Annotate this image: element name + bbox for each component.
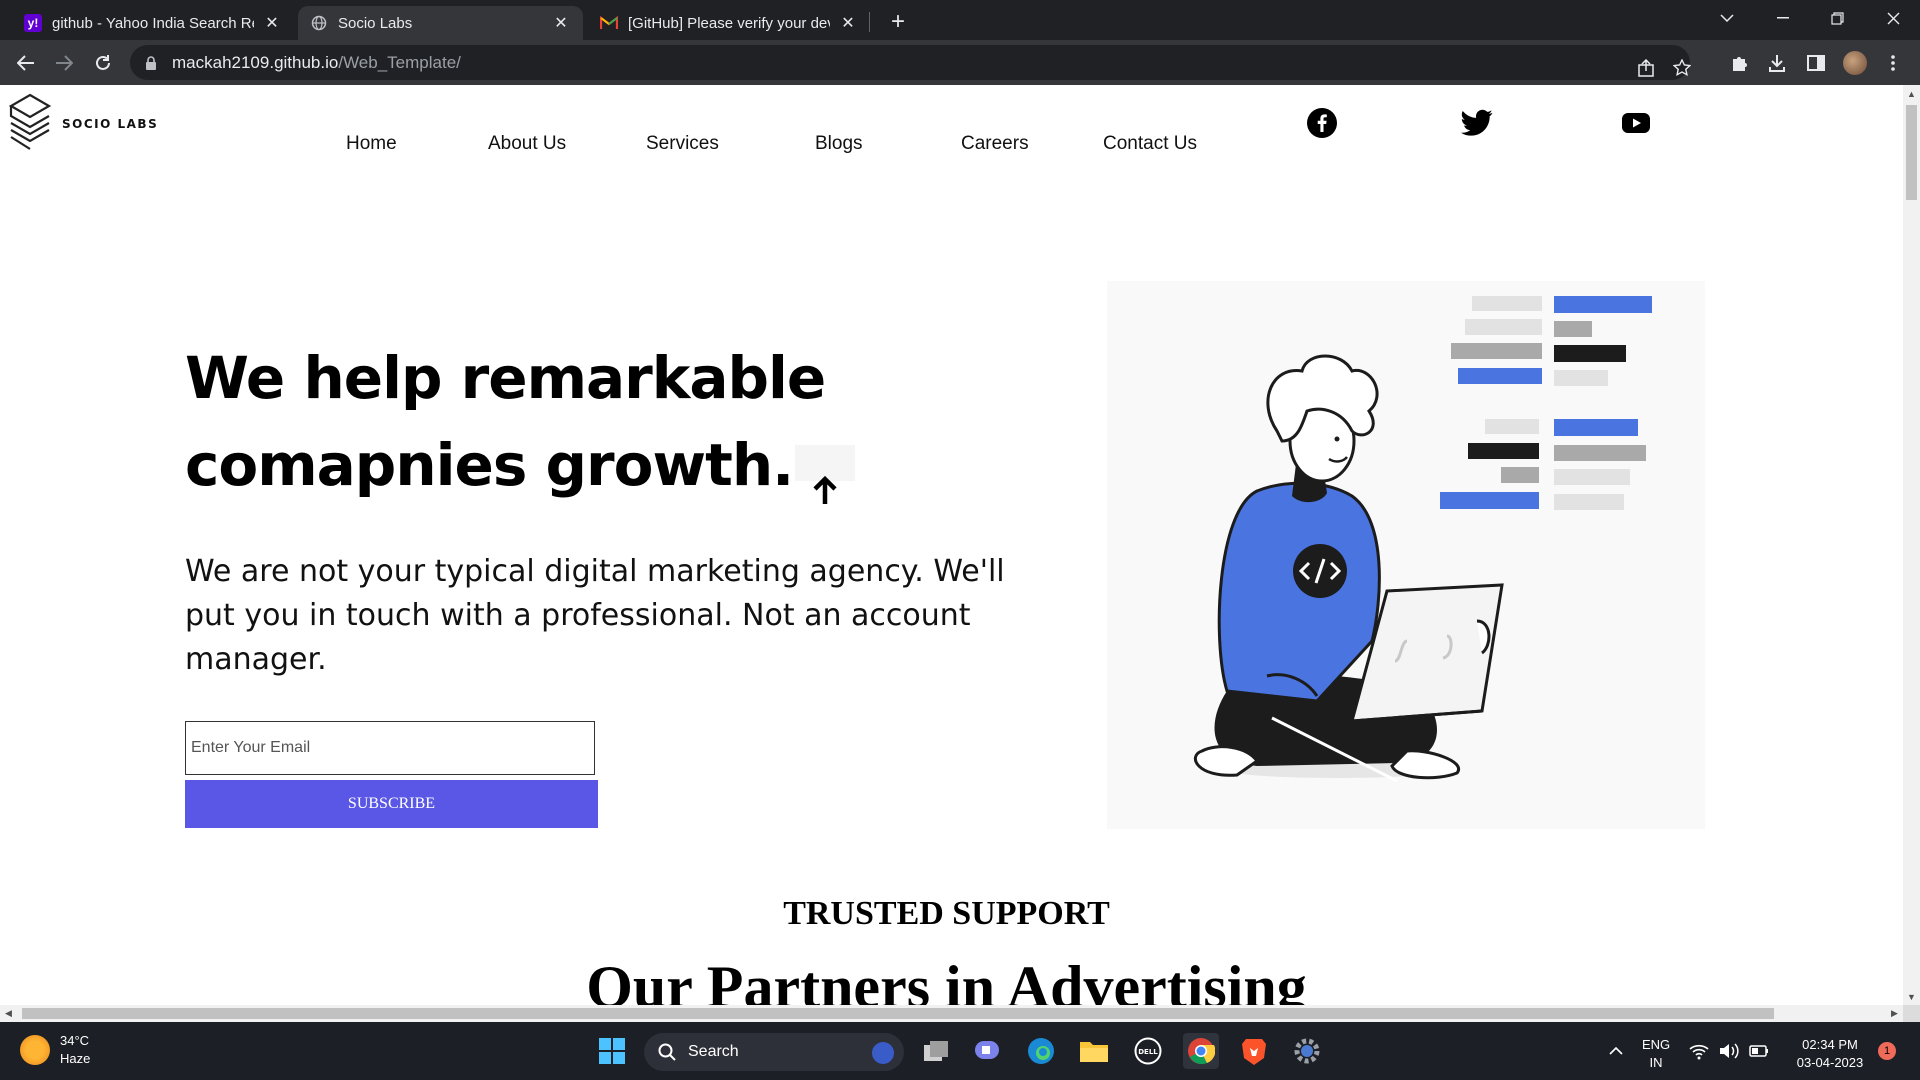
taskbar: 34°C Haze Search DELL ENG IN 02:34 PM 03…	[0, 1022, 1920, 1080]
scroll-right-arrow-icon[interactable]: ▶	[1886, 1005, 1903, 1022]
tab-title: github - Yahoo India Search Resu	[52, 14, 254, 32]
language-indicator[interactable]: ENG IN	[1642, 1036, 1670, 1072]
partners-heading: Our Partners in Advertising	[586, 954, 1307, 1005]
taskbar-search[interactable]: Search	[644, 1033, 904, 1071]
profile-avatar-icon[interactable]	[1838, 46, 1872, 80]
close-icon[interactable]: ✕	[262, 13, 282, 33]
bing-icon[interactable]	[872, 1042, 894, 1064]
close-window-button[interactable]	[1869, 0, 1917, 36]
side-panel-icon[interactable]	[1799, 46, 1833, 80]
search-icon	[658, 1043, 676, 1061]
teams-chat-icon[interactable]	[970, 1033, 1006, 1069]
hero-illustration	[1107, 281, 1705, 829]
facebook-icon[interactable]	[1306, 107, 1338, 139]
notification-badge[interactable]: 1	[1878, 1042, 1896, 1060]
reload-button[interactable]	[87, 47, 119, 79]
twitter-icon[interactable]	[1461, 107, 1493, 139]
tab-gmail-github[interactable]: [GitHub] Please verify your devic ✕	[588, 6, 870, 40]
language-region: IN	[1649, 1055, 1663, 1070]
email-input[interactable]	[185, 721, 595, 775]
share-icon[interactable]	[1630, 52, 1662, 84]
page-viewport: SOCIO LABS Home About Us Services Blogs …	[0, 85, 1903, 1005]
globe-icon	[310, 14, 328, 32]
weather-widget[interactable]: 34°C Haze	[20, 1032, 90, 1068]
edge-browser-icon[interactable]	[1023, 1033, 1059, 1069]
nav-home[interactable]: Home	[346, 133, 397, 155]
clock-date: 03-04-2023	[1796, 1055, 1864, 1070]
tab-strip: y! github - Yahoo India Search Resu ✕ So…	[0, 0, 1920, 40]
task-view-icon[interactable]	[918, 1033, 954, 1069]
nav-blogs[interactable]: Blogs	[815, 133, 863, 155]
forward-button[interactable]	[48, 47, 80, 79]
downloads-icon[interactable]	[1760, 46, 1794, 80]
lock-icon	[146, 55, 156, 70]
svg-text:DELL: DELL	[1138, 1048, 1158, 1056]
hero-title: We help remarkable comapnies growth.	[185, 335, 945, 509]
browser-toolbar: mackah2109.github.io/Web_Template/	[0, 40, 1920, 85]
address-bar[interactable]: mackah2109.github.io/Web_Template/	[130, 45, 1691, 80]
close-icon[interactable]: ✕	[838, 13, 858, 33]
menu-kebab-icon[interactable]	[1876, 46, 1910, 80]
windows-start-icon[interactable]	[594, 1033, 630, 1069]
new-tab-button[interactable]: +	[884, 8, 912, 36]
search-label: Search	[688, 1043, 739, 1060]
tab-yahoo-search[interactable]: y! github - Yahoo India Search Resu ✕	[12, 6, 294, 40]
bookmark-star-icon[interactable]	[1666, 52, 1698, 84]
minimize-button[interactable]	[1759, 0, 1807, 36]
hero-title-line2: comapnies growth.	[185, 431, 794, 499]
restore-button[interactable]	[1813, 0, 1861, 36]
url-path: /Web_Template/	[338, 52, 461, 72]
tab-search-chevron-icon[interactable]	[1703, 0, 1751, 36]
weather-condition: Haze	[60, 1051, 91, 1066]
clock-time: 02:34 PM	[1802, 1037, 1858, 1052]
close-icon[interactable]: ✕	[551, 13, 571, 33]
yahoo-icon: y!	[24, 14, 42, 32]
logo-layers-icon	[8, 93, 52, 150]
haze-sun-icon	[20, 1035, 50, 1065]
scroll-thumb[interactable]	[22, 1008, 1774, 1019]
hero-title-line1: We help remarkable	[185, 344, 826, 412]
extensions-puzzle-icon[interactable]	[1722, 46, 1756, 80]
temperature: 34°C	[60, 1033, 90, 1048]
subscribe-button[interactable]: SUBSCRIBE	[185, 780, 598, 828]
nav-about-us[interactable]: About Us	[488, 133, 566, 155]
youtube-icon[interactable]	[1620, 107, 1652, 139]
brave-icon[interactable]	[1236, 1033, 1272, 1069]
clock[interactable]: 02:34 PM 03-04-2023	[1790, 1036, 1870, 1072]
language-code: ENG	[1642, 1037, 1671, 1052]
nav-contact-us[interactable]: Contact Us	[1103, 133, 1197, 155]
back-button[interactable]	[10, 47, 42, 79]
horizontal-scrollbar[interactable]: ◀ ▶	[0, 1005, 1903, 1022]
scroll-thumb[interactable]	[1906, 105, 1917, 200]
site-logo[interactable]: SOCIO LABS	[8, 93, 158, 155]
scrollbar-corner	[1903, 1005, 1920, 1022]
nav-careers[interactable]: Careers	[961, 133, 1029, 155]
tab-title: [GitHub] Please verify your devic	[628, 14, 830, 32]
tab-socio-labs[interactable]: Socio Labs ✕	[298, 6, 583, 40]
url-host: mackah2109.github.io	[172, 52, 339, 72]
hero-subtitle: We are not your typical digital marketin…	[185, 554, 1005, 677]
settings-gear-icon[interactable]	[1289, 1033, 1325, 1069]
arrow-up-icon	[795, 444, 856, 504]
tab-title: Socio Labs	[338, 14, 413, 32]
chrome-icon[interactable]	[1183, 1033, 1219, 1069]
tab-separator	[869, 12, 870, 32]
quick-settings[interactable]	[1685, 1033, 1775, 1069]
scroll-up-arrow-icon[interactable]: ▲	[1903, 85, 1920, 102]
logo-text: SOCIO LABS	[62, 117, 159, 131]
vertical-scrollbar[interactable]: ▲ ▼	[1903, 85, 1920, 1005]
developer-illustration	[1194, 296, 1652, 783]
trusted-support-label: TRUSTED SUPPORT	[783, 895, 1110, 932]
gmail-icon	[600, 14, 618, 32]
nav-services[interactable]: Services	[646, 133, 719, 155]
file-explorer-icon[interactable]	[1076, 1033, 1112, 1069]
scroll-left-arrow-icon[interactable]: ◀	[0, 1005, 17, 1022]
tray-chevron-up-icon[interactable]	[1598, 1033, 1634, 1069]
scroll-down-arrow-icon[interactable]: ▼	[1903, 988, 1920, 1005]
dell-icon[interactable]: DELL	[1130, 1033, 1166, 1069]
